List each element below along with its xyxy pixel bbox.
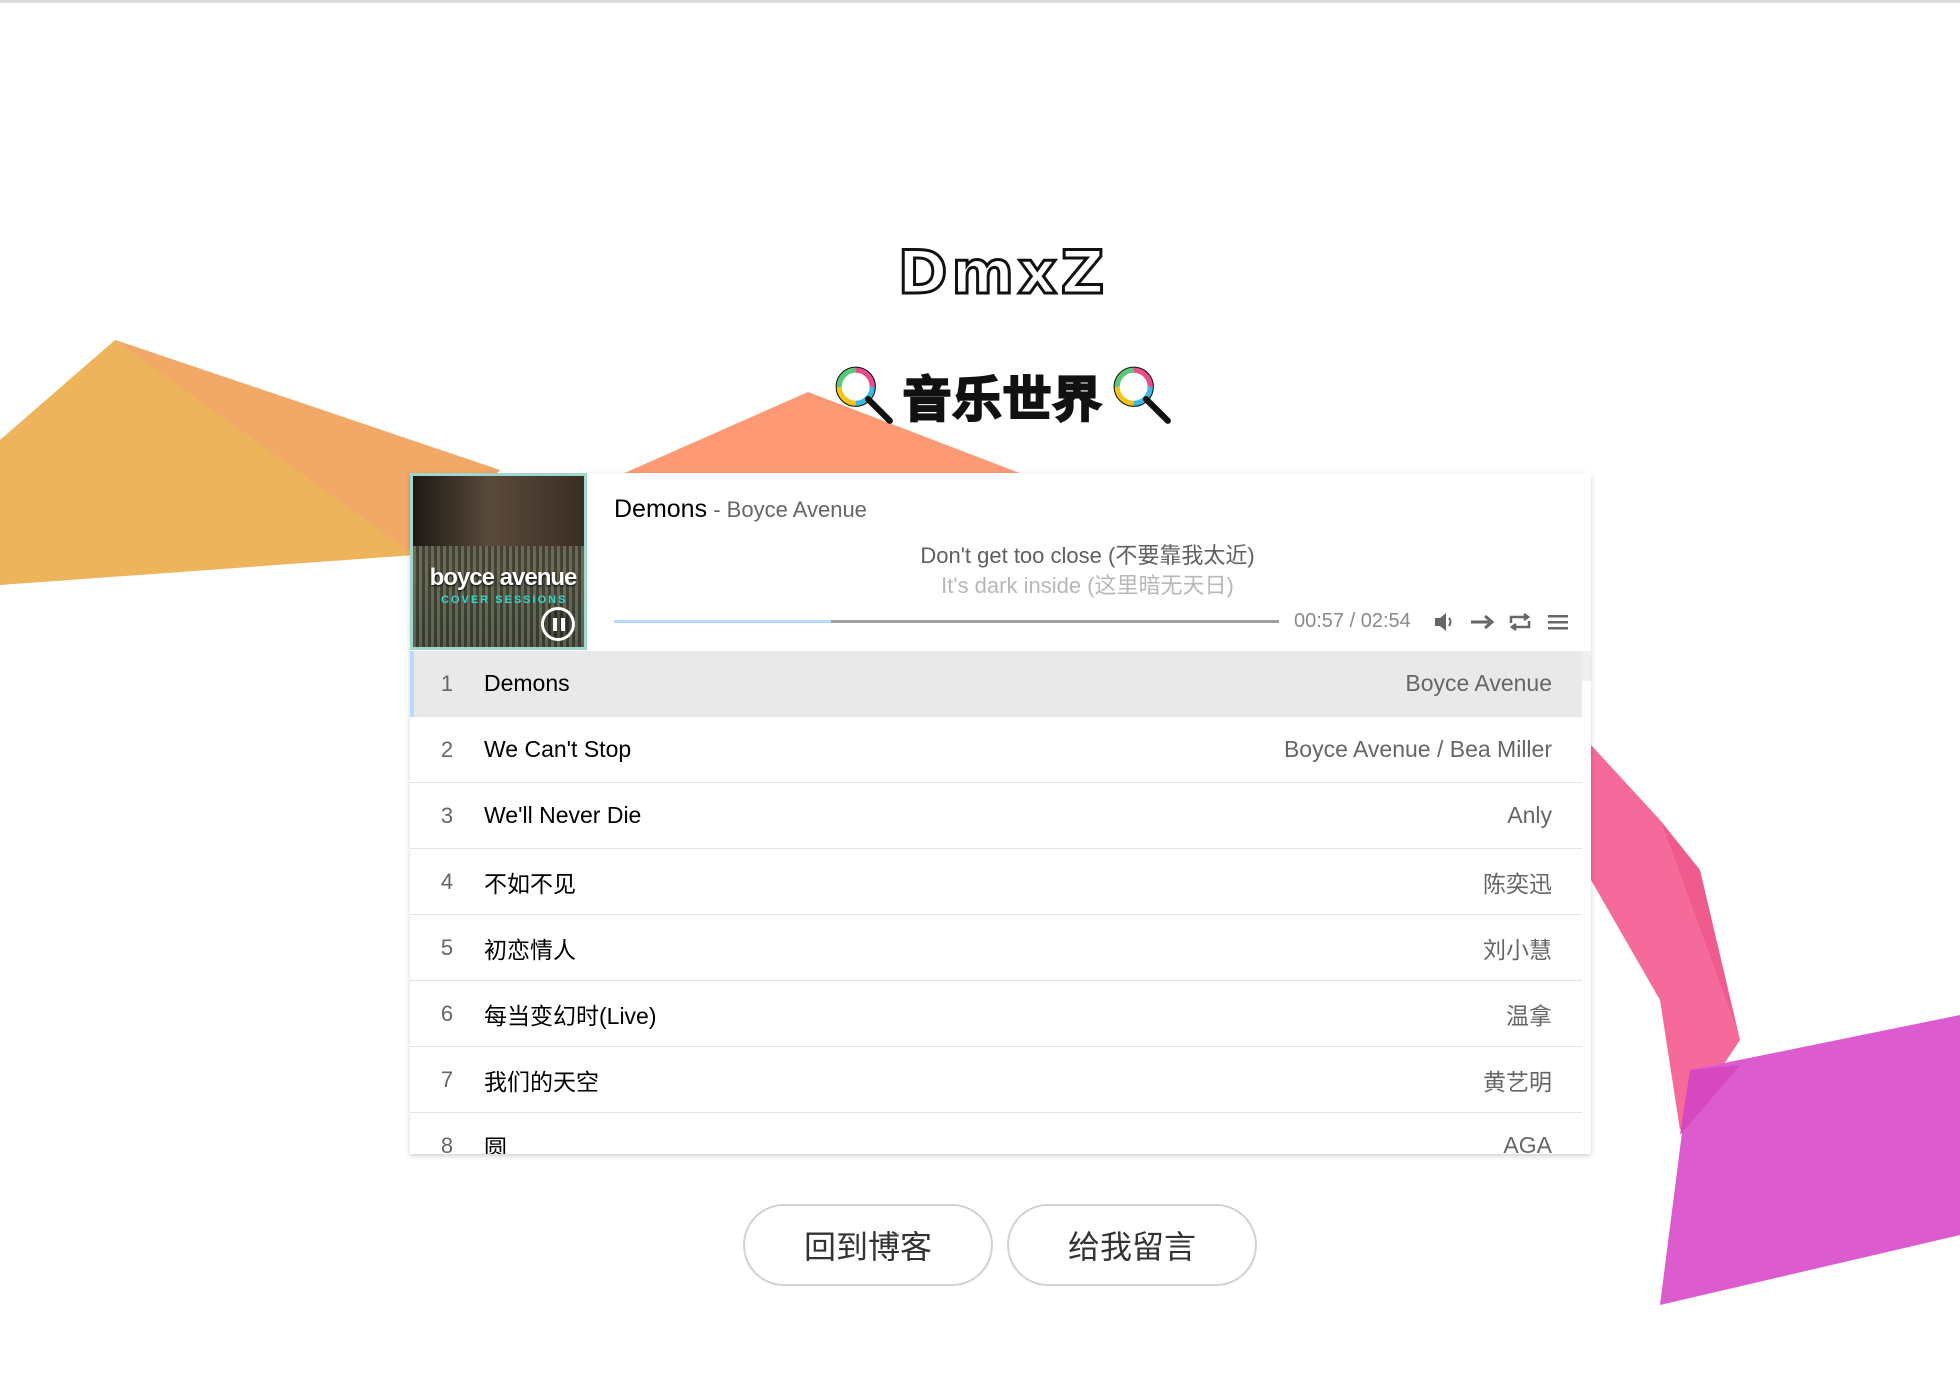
playlist-row[interactable]: 5 初恋情人 刘小慧 — [410, 915, 1582, 981]
track-index: 6 — [440, 1000, 454, 1026]
track-artist: 陈奕迅 — [1483, 870, 1552, 897]
playlist-scrollbar[interactable] — [1582, 651, 1591, 681]
cover-sub-text: COVER SESSIONS — [441, 594, 568, 606]
leave-message-button[interactable]: 给我留言 — [1007, 1204, 1257, 1286]
track-artist: AGA — [1503, 1132, 1552, 1154]
player-controls: 00:57 / 02:54 — [614, 603, 1591, 639]
album-cover[interactable]: boyce avenue COVER SESSIONS — [410, 473, 587, 650]
track-index: 3 — [440, 802, 454, 828]
playlist-row[interactable]: 4 不如不见 陈奕迅 — [410, 849, 1582, 915]
track-title: We'll Never Die — [484, 802, 642, 828]
lyrics-panel: Don't get too close (不要靠我太近) It's dark i… — [614, 541, 1561, 599]
now-playing: Demons - Boyce Avenue — [614, 495, 867, 524]
playlist-row[interactable]: 6 每当变幻时(Live) 温拿 — [410, 981, 1582, 1047]
playlist-row[interactable]: 3 We'll Never Die Anly — [410, 783, 1582, 849]
playlist-row[interactable]: 2 We Can't Stop Boyce Avenue / Bea Miller — [410, 717, 1582, 783]
progress-bar[interactable] — [614, 620, 1279, 623]
now-playing-separator: - — [707, 497, 727, 522]
menu-icon[interactable] — [1545, 609, 1571, 635]
page: DmxZ 音乐世界 boyce avenue COVER SESSIONS De… — [0, 0, 1960, 1378]
track-title: 圆 — [484, 1134, 507, 1155]
subtitle-row: 音乐世界 — [0, 360, 1960, 430]
playlist-row[interactable]: 8 圆 AGA — [410, 1113, 1582, 1154]
track-index: 5 — [440, 934, 454, 960]
track-index: 4 — [440, 868, 454, 894]
track-title: 不如不见 — [484, 870, 576, 897]
track-title: 我们的天空 — [484, 1068, 599, 1095]
track-artist: 黄艺明 — [1483, 1068, 1552, 1095]
playlist-row[interactable]: 1 Demons Boyce Avenue — [410, 651, 1582, 717]
playlist-row[interactable]: 7 我们的天空 黄艺明 — [410, 1047, 1582, 1113]
order-icon[interactable] — [1469, 609, 1495, 635]
volume-icon[interactable] — [1432, 609, 1458, 635]
track-index: 8 — [440, 1132, 454, 1155]
track-artist: 温拿 — [1506, 1002, 1552, 1029]
track-artist: Boyce Avenue / Bea Miller — [1283, 736, 1552, 762]
site-title: DmxZ — [896, 237, 1109, 310]
now-playing-artist: Boyce Avenue — [726, 497, 867, 522]
track-artist: 刘小慧 — [1483, 936, 1552, 963]
lyric-next: It's dark inside (这里暗无天日) — [941, 573, 1234, 598]
cover-brand-text: boyce avenue — [429, 564, 578, 591]
lollipop-icon — [835, 366, 893, 424]
back-to-blog-button[interactable]: 回到博客 — [743, 1204, 993, 1286]
site-subtitle: 音乐世界 — [902, 371, 1103, 430]
track-title: 每当变幻时(Live) — [484, 1002, 657, 1029]
track-index: 2 — [440, 736, 454, 762]
lyric-current: Don't get too close (不要靠我太近) — [920, 543, 1255, 568]
now-playing-title: Demons — [614, 495, 708, 523]
track-index: 1 — [440, 670, 454, 696]
music-player: boyce avenue COVER SESSIONS Demons - Boy… — [410, 473, 1591, 1154]
track-title: 初恋情人 — [484, 936, 576, 963]
lollipop-icon — [1113, 366, 1171, 424]
playlist: 1 Demons Boyce Avenue 2 We Can't Stop Boyce A… — [410, 651, 1582, 1154]
cover-art-top — [413, 476, 584, 546]
time-display: 00:57 / 02:54 — [1294, 610, 1411, 632]
track-title: We Can't Stop — [484, 736, 632, 762]
track-artist: Boyce Avenue — [1405, 670, 1552, 696]
track-title: Demons — [484, 670, 570, 696]
pause-button[interactable] — [541, 607, 575, 641]
track-index: 7 — [440, 1066, 454, 1092]
player-info: Demons - Boyce Avenue Don't get too clos… — [614, 473, 1591, 650]
track-artist: Anly — [1507, 802, 1552, 828]
progress-played — [614, 620, 832, 623]
loop-icon[interactable] — [1507, 609, 1533, 635]
